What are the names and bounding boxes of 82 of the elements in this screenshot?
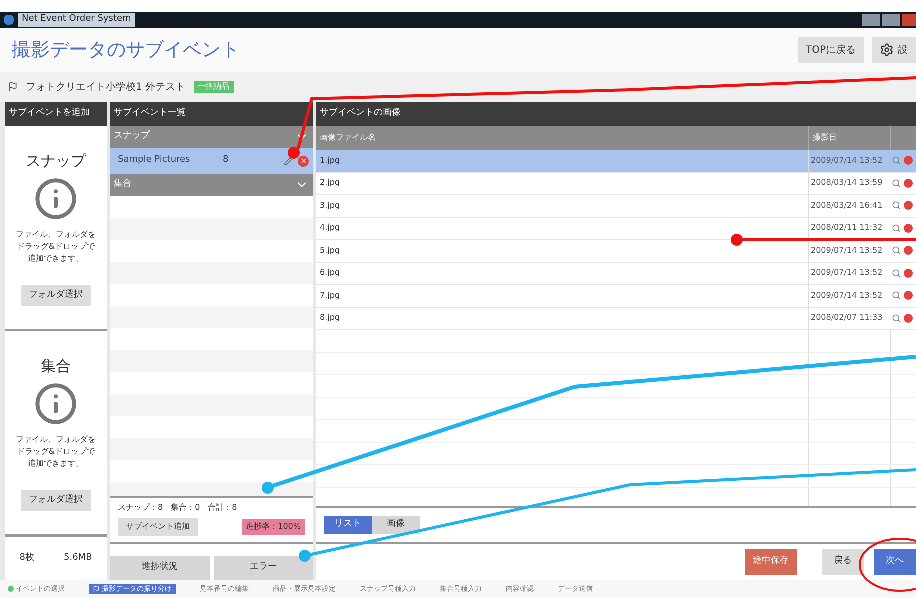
search-icon[interactable] — [892, 201, 901, 210]
window-title: Net Event Order System — [18, 13, 136, 27]
top-button[interactable]: TOPに戻る — [798, 37, 864, 63]
settings-icon — [880, 43, 894, 57]
panel-tab[interactable]: エラー — [214, 556, 313, 580]
image-row[interactable]: 5.jpg 2009/07/14 13:52 — [316, 240, 916, 262]
delete-icon[interactable] — [904, 178, 913, 188]
date-cell: 2008/03/24 16:41 — [808, 195, 890, 216]
image-row[interactable]: 2.jpg 2008/03/14 13:59 — [316, 172, 916, 195]
column-header: サブイベントを追加 — [5, 102, 107, 126]
settings-button[interactable]: 設 — [872, 37, 916, 63]
view-tab[interactable]: リスト — [324, 516, 372, 534]
info-icon — [34, 382, 78, 426]
drop-hint: ファイル、フォルダをドラッグ&ドロップで追加できます。 — [15, 228, 97, 264]
edit-icon[interactable] — [284, 156, 294, 166]
delete-icon[interactable] — [904, 201, 913, 210]
date-cell: 2008/03/14 13:59 — [808, 172, 890, 194]
delete-icon[interactable] — [904, 314, 913, 323]
date-cell: 2008/02/07 11:33 — [808, 308, 890, 329]
file-name-cell-text: 7.jpg — [319, 290, 342, 302]
search-icon[interactable] — [892, 268, 901, 278]
file-name-cell-text: 6.jpg — [319, 267, 342, 280]
search-icon[interactable] — [892, 246, 901, 256]
delivery-badge: 一括納品 — [194, 81, 234, 93]
file-size: 5.6MB — [64, 552, 92, 565]
delete-icon[interactable] — [904, 291, 913, 300]
flag-icon — [8, 82, 18, 92]
column-heading: 画像ファイル名 — [319, 132, 377, 144]
next-button[interactable]: 次へ — [874, 549, 916, 575]
file-name-cell-text: 1.jpg — [319, 154, 342, 167]
drop-card[interactable]: スナップ ファイル、フォルダをドラッグ&ドロップで追加できます。 フォルダ選択 — [5, 126, 107, 331]
image-row[interactable]: 7.jpg 2009/07/14 13:52 — [316, 285, 916, 308]
drop-hint: ファイル、フォルダをドラッグ&ドロップで追加できます。 — [15, 434, 97, 470]
file-count: 8枚 — [20, 552, 34, 565]
delete-icon[interactable] — [904, 224, 913, 233]
add-subevent-button[interactable]: サブイベント追加 — [118, 518, 198, 536]
search-icon[interactable] — [892, 224, 901, 233]
search-icon[interactable] — [892, 291, 901, 300]
info-icon — [34, 176, 78, 220]
folder-select-button[interactable]: フォルダ選択 — [21, 490, 91, 511]
view-tab[interactable]: 画像 — [372, 516, 420, 534]
subevent-count: 8 — [223, 154, 229, 168]
progress-badge: 進捗率：100% — [242, 519, 305, 535]
column-header: サブイベント一覧 — [110, 102, 313, 126]
image-row[interactable]: 6.jpg 2009/07/14 13:52 — [316, 262, 916, 285]
image-row[interactable]: 3.jpg 2008/03/24 16:41 — [316, 195, 916, 218]
back-button[interactable]: 戻る — [822, 549, 864, 575]
group-name: スナップ — [114, 130, 150, 144]
date-cell: 2008/02/11 11:32 — [808, 218, 890, 239]
file-name-cell-text: 4.jpg — [319, 222, 342, 234]
date-cell: 2009/07/14 13:52 — [808, 285, 890, 306]
page-title: 撮影データのサブイベント — [12, 38, 240, 63]
delete-icon[interactable] — [904, 246, 913, 256]
subevent-name: Sample Pictures — [118, 154, 192, 168]
file-name-cell-text: 8.jpg — [319, 312, 342, 324]
date-cell: 2009/07/14 13:52 — [808, 240, 890, 262]
date-cell: 2009/07/14 13:52 — [808, 262, 890, 284]
search-icon[interactable] — [892, 156, 901, 166]
group-name: 集合 — [114, 178, 132, 192]
search-icon[interactable] — [892, 178, 901, 188]
date-cell: 2009/07/14 13:52 — [808, 150, 890, 172]
delete-icon[interactable] — [904, 156, 913, 166]
delete-icon[interactable] — [298, 156, 309, 166]
app-icon — [4, 15, 14, 25]
card-title: スナップ — [26, 151, 86, 172]
folder-select-button[interactable]: フォルダ選択 — [21, 284, 91, 306]
card-title: 集合 — [41, 356, 71, 377]
summary-text: スナップ：8 集合：0 合計：8 — [118, 502, 238, 514]
file-name-cell-text: 2.jpg — [319, 177, 342, 190]
image-row[interactable]: 8.jpg 2008/02/07 11:33 — [316, 308, 916, 330]
subevent-row[interactable]: Sample Pictures 8 — [110, 148, 313, 174]
flag-icon — [93, 586, 100, 592]
panel-tab[interactable]: 進捗状況 — [110, 556, 210, 580]
file-name-cell-text: 5.jpg — [319, 244, 342, 257]
image-row[interactable]: 1.jpg 2009/07/14 13:52 — [316, 150, 916, 172]
save-draft-button[interactable]: 途中保存 — [745, 549, 797, 575]
image-row[interactable]: 4.jpg 2008/02/11 11:32 — [316, 218, 916, 240]
event-name: フォトクリエイト小学校1 外テスト — [26, 80, 186, 94]
column-header: サブイベントの画像 — [316, 102, 916, 126]
delete-icon[interactable] — [904, 268, 913, 278]
file-name-cell-text: 3.jpg — [319, 200, 342, 212]
drop-card[interactable]: 集合 ファイル、フォルダをドラッグ&ドロップで追加できます。 フォルダ選択 — [5, 331, 107, 536]
